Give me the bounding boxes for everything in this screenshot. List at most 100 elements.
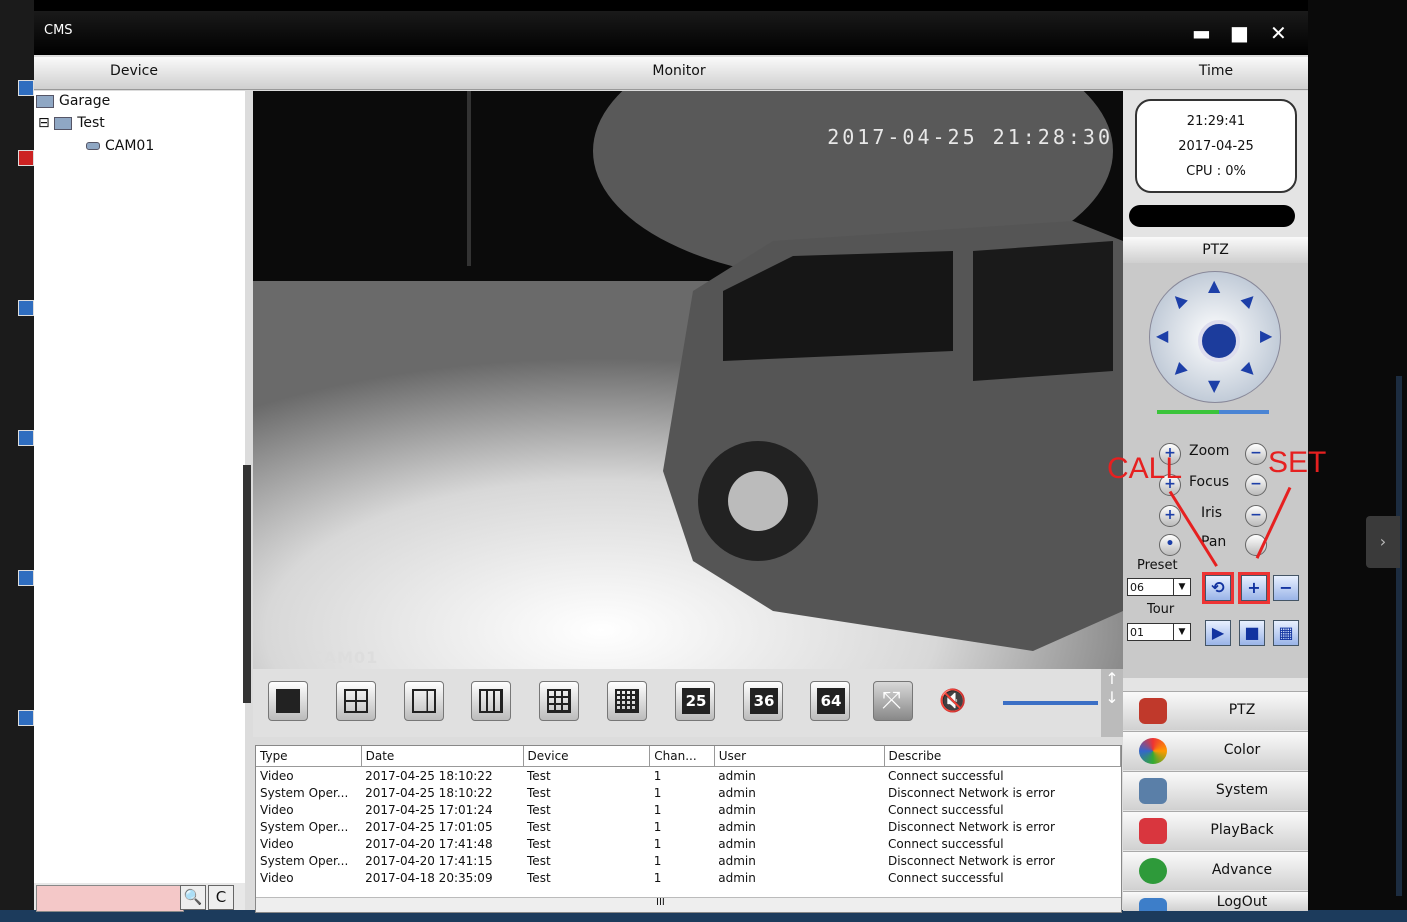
tree-group-test[interactable]: ⊟ Test (38, 115, 105, 131)
tour-select[interactable]: 01 ▼ (1127, 623, 1191, 641)
device-tree: Garage ⊟ Test CAM01 (34, 91, 251, 886)
color-wheel-icon (1139, 738, 1167, 764)
desktop-icon[interactable] (0, 570, 34, 586)
desktop-icon[interactable] (0, 80, 34, 96)
layout-9-button[interactable] (539, 681, 579, 721)
layout-36-button[interactable]: 36 (743, 681, 783, 721)
desktop-icon[interactable] (0, 710, 34, 726)
download-arrow-icon (1139, 858, 1167, 884)
clapperboard-icon (1139, 818, 1167, 844)
arrow-down-icon: ↓ (1105, 688, 1119, 707)
preset-delete-button[interactable]: − (1273, 575, 1299, 601)
minimize-button[interactable]: ▬ (1192, 23, 1211, 43)
menu-playback[interactable]: PlayBack (1123, 811, 1308, 850)
desktop-icon[interactable] (0, 150, 34, 166)
clock-date: 2017-04-25 (1178, 139, 1254, 154)
tree-camera-cam01[interactable]: CAM01 (86, 138, 154, 154)
layout-64-label: 64 (817, 688, 845, 714)
col-type[interactable]: Type (256, 746, 362, 767)
ptz-speed-slider[interactable] (1157, 410, 1269, 414)
arrow-up-right-icon[interactable]: ▲ (1239, 288, 1261, 310)
menu-color[interactable]: Color (1123, 731, 1308, 770)
log-type: Video (260, 802, 294, 817)
col-channel[interactable]: Chan... (649, 746, 715, 767)
arrow-left-icon[interactable]: ◀ (1156, 326, 1168, 345)
maximize-button[interactable]: ■ (1230, 23, 1249, 43)
fullscreen-button[interactable]: ⤧ (873, 681, 913, 721)
col-date[interactable]: Date (361, 746, 524, 767)
volume-up-down[interactable]: ↑ ↓ (1101, 669, 1123, 737)
log-describe: Disconnect Network is error (888, 853, 1055, 868)
side-panel-tab[interactable]: › (1366, 516, 1400, 568)
menu-system[interactable]: System (1123, 771, 1308, 810)
tour-stop-button[interactable]: ■ (1239, 620, 1265, 646)
monitor-header: Monitor (234, 57, 1124, 90)
menu-system-label: System (1215, 782, 1269, 798)
focus-far-button[interactable]: − (1245, 474, 1267, 496)
refresh-icon: C (215, 888, 227, 906)
video-view[interactable]: 2017-04-25 21:28:30 CAM01 (253, 91, 1123, 669)
preset-set-button[interactable]: + (1238, 572, 1270, 604)
log-describe: Connect successful (888, 870, 1004, 885)
arrow-up-left-icon[interactable]: ▲ (1167, 288, 1189, 310)
arrow-down-icon[interactable]: ▼ (1208, 376, 1220, 395)
menu-logout[interactable]: LogOut (1123, 891, 1308, 911)
layout-16-button[interactable] (607, 681, 647, 721)
layout-6-button[interactable] (404, 681, 444, 721)
device-search-input[interactable] (36, 885, 184, 912)
layout-4-button[interactable] (336, 681, 376, 721)
table-row[interactable]: Video 2017-04-25 17:01:24 Test 1 admin Connec… (256, 801, 1121, 818)
arrow-down-right-icon[interactable]: ▲ (1239, 360, 1261, 382)
layout-8-button[interactable] (471, 681, 511, 721)
arrow-down-left-icon[interactable]: ▲ (1167, 360, 1189, 382)
log-channel: 1 (653, 819, 662, 834)
zoom-out-button[interactable]: − (1245, 443, 1267, 465)
log-device: Test (527, 819, 551, 834)
desktop-icon[interactable] (0, 300, 34, 316)
log-channel: 1 (653, 785, 662, 800)
log-describe: Disconnect Network is error (888, 785, 1055, 800)
table-row[interactable]: System Oper... 2017-04-25 17:01:05 Test 1 ad… (256, 818, 1121, 835)
layout-25-label: 25 (682, 688, 710, 714)
collapse-icon[interactable]: ⊟ (38, 115, 50, 131)
tour-grid-button[interactable]: ▦ (1273, 620, 1299, 646)
pan-button[interactable]: • (1159, 534, 1181, 556)
horizontal-scrollbar[interactable]: III (256, 897, 1121, 912)
table-row[interactable]: Video 2017-04-25 18:10:22 Test 1 admin Connec… (256, 767, 1121, 785)
layout-1-button[interactable] (268, 681, 308, 721)
window-title: CMS (44, 23, 73, 38)
menu-playback-label: PlayBack (1210, 822, 1274, 838)
mute-speaker-icon[interactable]: 🔇 (939, 689, 966, 714)
center-stop-button[interactable] (1198, 320, 1240, 362)
arrow-up-icon[interactable]: ▲ (1208, 276, 1220, 295)
search-button[interactable]: 🔍 (180, 885, 206, 910)
table-row[interactable]: Video 2017-04-18 20:35:09 Test 1 admin Connec… (256, 869, 1121, 886)
log-date: 2017-04-18 20:35:09 (365, 870, 493, 885)
layout-64-button[interactable]: 64 (810, 681, 850, 721)
volume-slider[interactable] (1003, 701, 1098, 705)
tour-play-button[interactable]: ▶ (1205, 620, 1231, 646)
log-device: Test (527, 853, 551, 868)
tree-root-garage[interactable]: Garage (36, 93, 110, 109)
table-row[interactable]: System Oper... 2017-04-25 18:10:22 Test 1 ad… (256, 784, 1121, 801)
menu-advance[interactable]: Advance (1123, 851, 1308, 890)
refresh-button[interactable]: C (208, 885, 234, 910)
close-button[interactable]: ✕ (1270, 23, 1287, 43)
col-device[interactable]: Device (523, 746, 651, 767)
menu-ptz[interactable]: PTZ (1123, 691, 1308, 730)
iris-close-button[interactable]: − (1245, 505, 1267, 527)
desktop-icon[interactable] (0, 430, 34, 446)
preset-call-button[interactable]: ⟲ (1202, 572, 1234, 604)
panel-splitter[interactable] (243, 465, 251, 703)
direction-pad[interactable]: ▲ ▼ ◀ ▶ ▲ ▲ ▲ ▲ (1149, 271, 1281, 403)
col-describe[interactable]: Describe (884, 746, 1122, 767)
preset-select[interactable]: 06 ▼ (1127, 578, 1191, 596)
iris-open-button[interactable]: + (1159, 505, 1181, 527)
arrow-right-icon[interactable]: ▶ (1260, 326, 1272, 345)
table-row[interactable]: System Oper... 2017-04-20 17:41:15 Test 1 ad… (256, 852, 1121, 869)
table-row[interactable]: Video 2017-04-20 17:41:48 Test 1 admin Connec… (256, 835, 1121, 852)
log-user: admin (718, 802, 756, 817)
layout-25-button[interactable]: 25 (675, 681, 715, 721)
preset-value: 06 (1130, 581, 1144, 594)
col-user[interactable]: User (714, 746, 885, 767)
